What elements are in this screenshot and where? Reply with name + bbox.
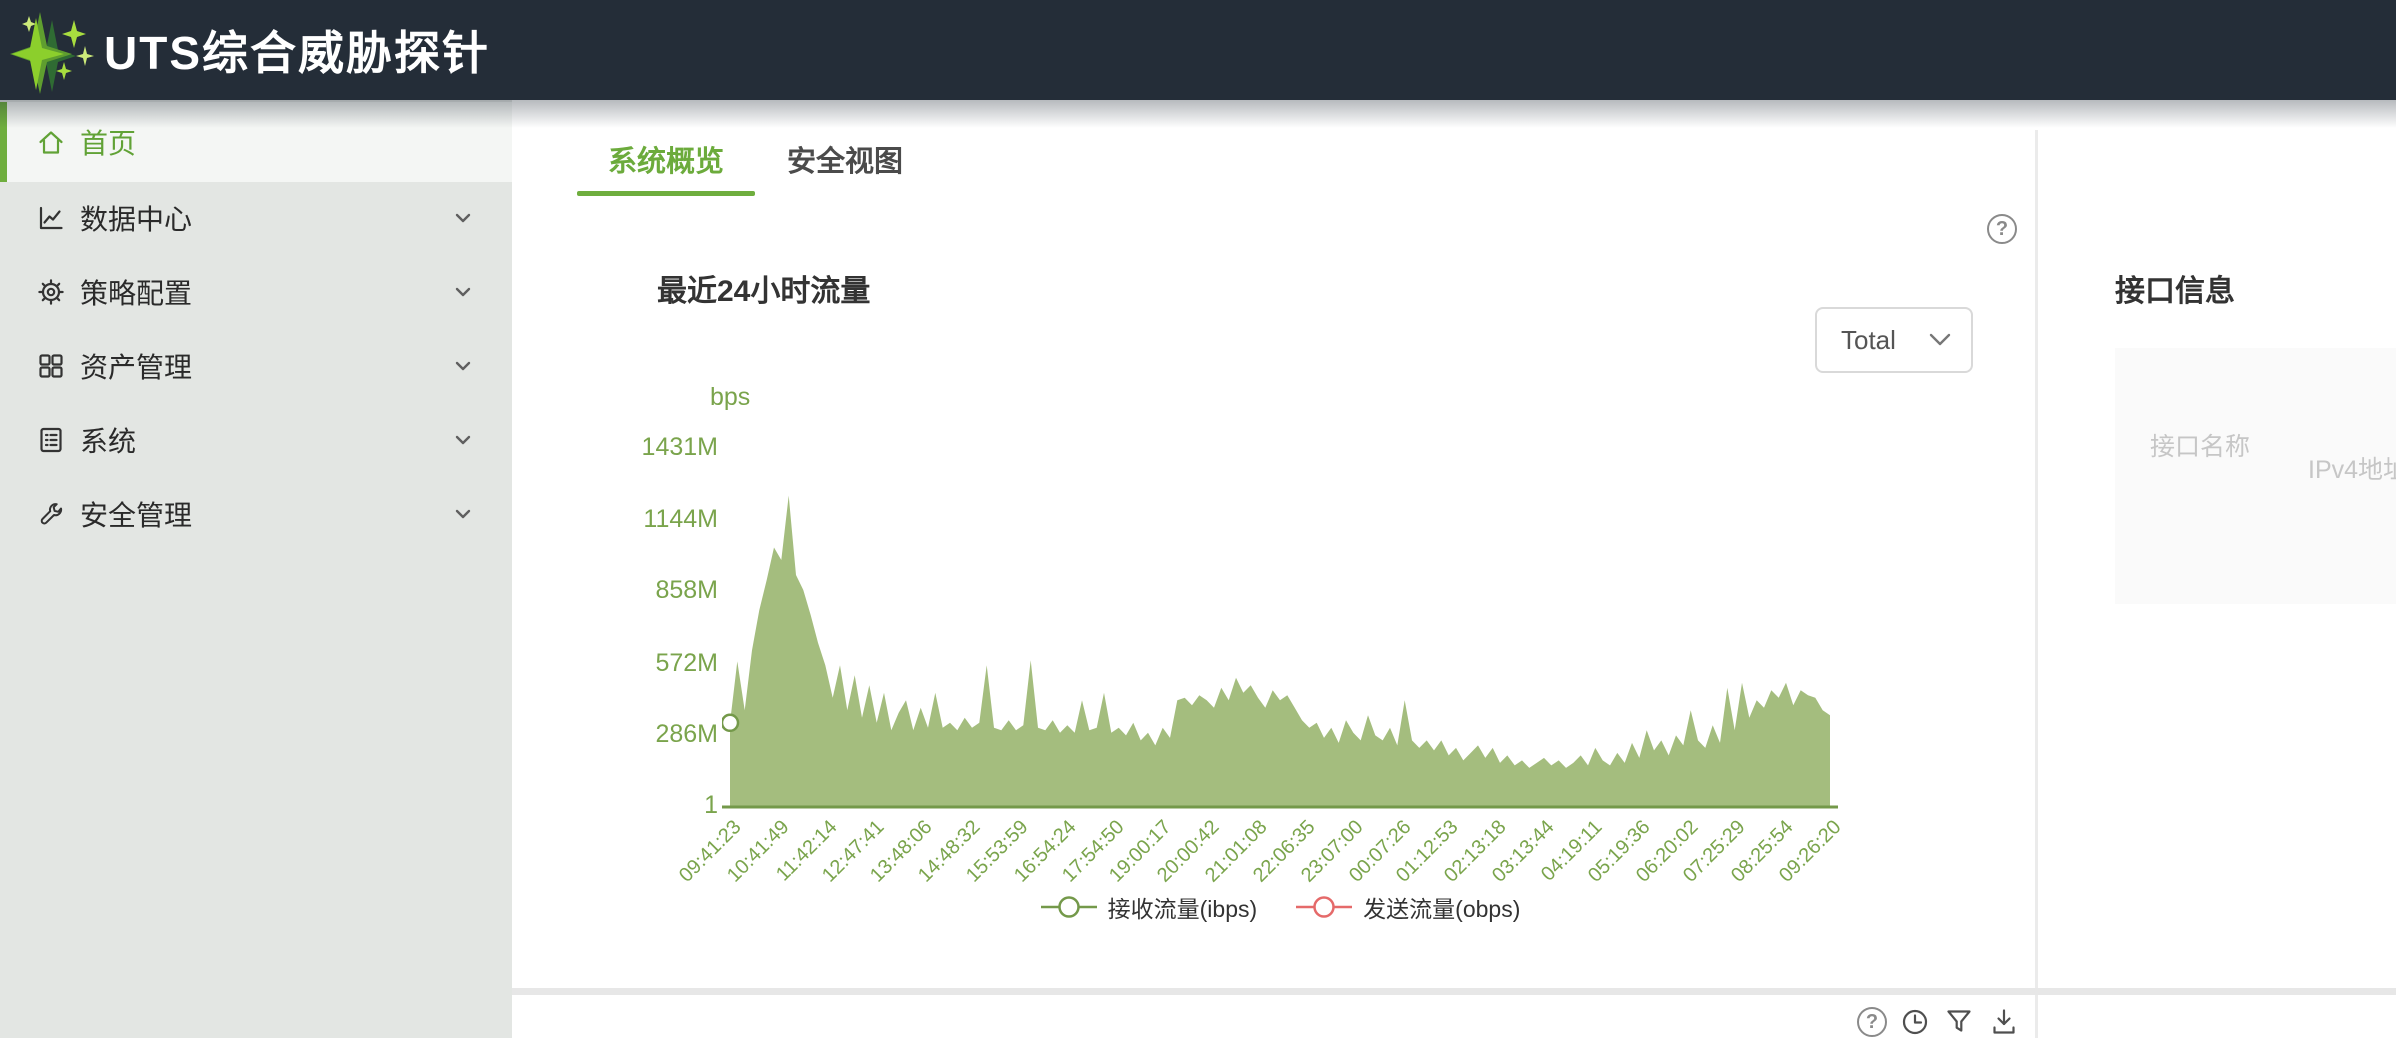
wrench-icon: [36, 499, 66, 529]
panel-vertical-divider: [2035, 130, 2038, 1038]
sidebar-item-label: 安全管理: [80, 494, 192, 534]
app-window: UTS综合威胁探针 首页数据中心策略配置资产管理系统安全管理 系统概览 安全视图…: [0, 0, 2396, 1038]
sidebar-item-gear[interactable]: 策略配置: [0, 255, 512, 329]
sidebar-item-home[interactable]: 首页: [0, 102, 512, 182]
chevron-down-icon: [452, 503, 474, 525]
app-title: UTS综合威胁探针: [104, 0, 490, 100]
sidebar-nav: 首页数据中心策略配置资产管理系统安全管理: [0, 100, 512, 1038]
y-axis-tick-label: 858M: [538, 576, 718, 605]
y-axis-tick-label: 572M: [538, 649, 718, 678]
series-start-marker: [722, 715, 738, 731]
column-header-interface-name: 接口名称: [2150, 424, 2250, 471]
home-icon: [36, 127, 66, 157]
interface-info-title: 接口信息: [2115, 266, 2235, 310]
sidebar-item-label: 首页: [80, 122, 136, 162]
line-chart-icon: [36, 203, 66, 233]
sidebar-item-label: 资产管理: [80, 346, 192, 386]
legend-item[interactable]: 发送流量(obps): [1295, 890, 1520, 924]
chevron-down-icon: [452, 429, 474, 451]
y-axis-tick-label: 1144M: [538, 505, 718, 534]
legend-item[interactable]: 接收流量(ibps): [1040, 890, 1258, 924]
legend-label: 接收流量(ibps): [1108, 890, 1258, 924]
legend-marker-icon: [1295, 894, 1353, 920]
app-header: UTS综合威胁探针: [0, 0, 2396, 100]
chevron-down-icon: [452, 207, 474, 229]
legend-label: 发送流量(obps): [1363, 890, 1520, 924]
y-axis-tick-label: 1: [538, 791, 718, 820]
traffic-chart-title: 最近24小时流量: [657, 266, 870, 310]
history-icon[interactable]: [1900, 1007, 1930, 1037]
panel-horizontal-divider: [512, 988, 2396, 995]
grid-icon: [36, 351, 66, 381]
download-icon[interactable]: [1989, 1007, 2019, 1037]
sidebar-item-line-chart[interactable]: 数据中心: [0, 181, 512, 255]
help-icon[interactable]: ?: [1987, 214, 2017, 244]
y-axis-tick-label: 1431M: [538, 433, 718, 462]
sidebar-item-label: 数据中心: [80, 198, 192, 238]
chevron-down-icon: [452, 281, 474, 303]
list-icon: [36, 425, 66, 455]
chevron-down-icon: [452, 355, 474, 377]
tab-security-view[interactable]: 安全视图: [787, 138, 903, 180]
y-axis-unit-label: bps: [710, 383, 750, 412]
gear-icon: [36, 277, 66, 307]
legend-marker-icon: [1040, 894, 1098, 920]
sidebar-item-grid[interactable]: 资产管理: [0, 329, 512, 403]
interface-select-value: Total: [1841, 325, 1929, 356]
active-tab-underline: [577, 191, 755, 196]
y-axis-tick-label: 286M: [538, 720, 718, 749]
chevron-down-icon: [1929, 333, 1951, 347]
interface-select-dropdown[interactable]: Total: [1815, 307, 1973, 373]
chart-legend: 接收流量(ibps) 发送流量(obps): [730, 890, 1830, 924]
tab-system-overview[interactable]: 系统概览: [608, 138, 724, 180]
help-icon[interactable]: ?: [1857, 1007, 1887, 1037]
filter-icon[interactable]: [1944, 1007, 1974, 1037]
sidebar-item-list[interactable]: 系统: [0, 403, 512, 477]
starburst-logo-icon: [6, 4, 98, 96]
sidebar-item-label: 策略配置: [80, 272, 192, 312]
sidebar-item-label: 系统: [80, 420, 136, 460]
column-header-ipv4-address: IPv4地址: [2308, 450, 2396, 486]
sidebar-item-wrench[interactable]: 安全管理: [0, 477, 512, 551]
traffic-area-chart[interactable]: [722, 440, 1838, 812]
